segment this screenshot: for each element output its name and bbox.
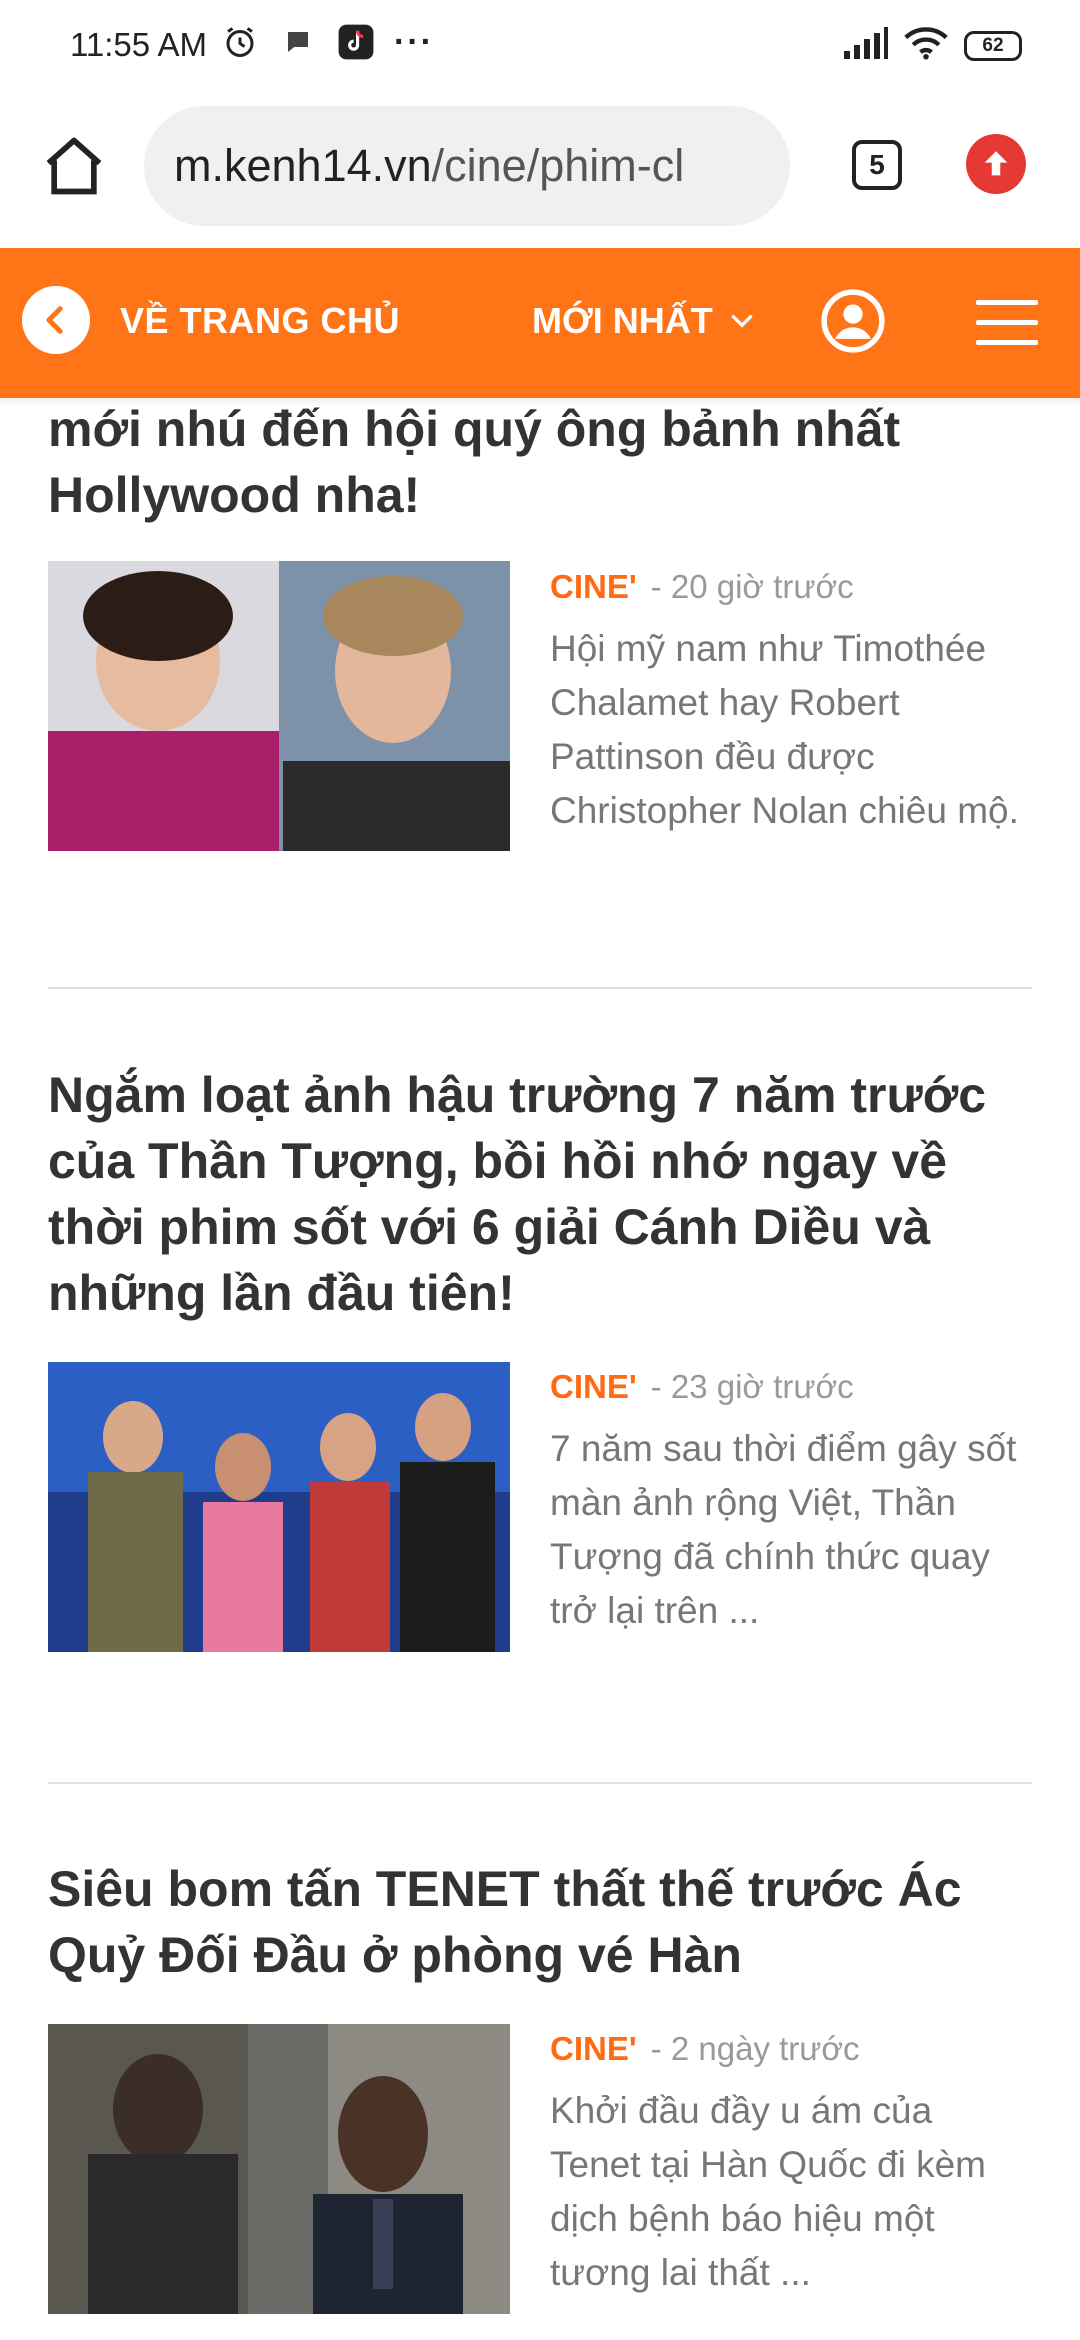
article-meta: CINE' - 20 giờ trước [550,568,854,606]
article-title[interactable]: Siêu bom tấn TENET thất thế trước Ác Quỷ… [48,1856,1028,1988]
article-time: - 23 giờ trước [650,1368,854,1405]
back-button[interactable] [22,286,90,354]
url-path: /cine/phim-cl [431,140,685,191]
category-link[interactable]: CINE' [550,568,637,606]
more-notifications-icon: ··· [394,22,434,61]
article-time: - 20 giờ trước [650,568,854,605]
article-thumbnail[interactable] [48,561,510,851]
chat-icon [278,22,318,62]
category-link[interactable]: CINE' [550,1368,637,1406]
chevron-left-icon [46,306,63,334]
article-meta: CINE' - 23 giờ trước [550,1368,854,1406]
article-excerpt: Hội mỹ nam như Timothée Chalamet hay Rob… [550,628,1019,831]
article-divider [48,987,1032,989]
user-account-icon[interactable] [820,288,886,354]
home-icon[interactable] [40,132,108,200]
hamburger-menu-icon[interactable] [976,298,1038,348]
alarm-icon [220,22,260,62]
status-time: 11:55 AM [70,26,207,63]
signal-icon [844,27,888,64]
latest-label: MỚI NHẤT [532,300,713,341]
article-excerpt: 7 năm sau thời điểm gây sốt màn ảnh rộng… [550,1428,1017,1631]
latest-dropdown[interactable]: MỚI NHẤT [532,300,755,342]
site-header: VỀ TRANG CHỦ MỚI NHẤT [0,248,1080,398]
url-text: m.kenh14.vn/cine/phim-cl [144,140,684,192]
url-host: m.kenh14.vn [174,140,432,191]
article-title[interactable]: Ngắm loạt ảnh hậu trường 7 năm trước của… [48,1062,1028,1326]
article-meta: CINE' - 2 ngày trước [550,2030,860,2068]
upload-icon[interactable] [966,134,1026,194]
browser-toolbar: m.kenh14.vn/cine/phim-cl 5 [0,96,1080,248]
article-divider [48,1782,1032,1784]
category-link[interactable]: CINE' [550,2030,637,2068]
article-thumbnail[interactable] [48,1362,510,1652]
article-excerpt: Khởi đầu đầy u ám của Tenet tại Hàn Quốc… [550,2090,986,2293]
tab-switcher-button[interactable]: 5 [852,140,902,190]
chevron-down-icon [731,315,752,328]
address-bar[interactable]: m.kenh14.vn/cine/phim-cl [144,106,790,226]
article-title[interactable]: mới nhú đến hội quý ông bảnh nhất Hollyw… [48,396,1028,528]
article-thumbnail[interactable] [48,2024,510,2314]
wifi-icon [904,26,948,65]
home-link[interactable]: VỀ TRANG CHỦ [120,300,400,342]
battery-indicator: 62 [964,30,1022,61]
tiktok-icon [336,22,376,62]
article-time: - 2 ngày trước [650,2030,860,2067]
status-bar: 11:55 AM ··· 62 [0,0,1080,96]
